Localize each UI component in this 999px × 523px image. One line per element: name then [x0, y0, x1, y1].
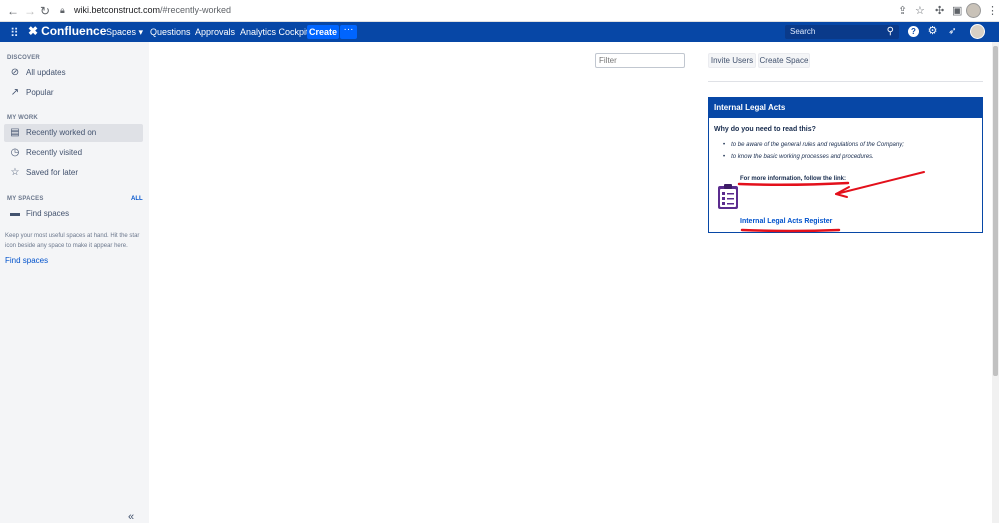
internal-legal-acts-panel: Internal Legal Acts Why do you need to r… — [708, 97, 983, 233]
spaces-hint-text: Keep your most useful spaces at hand. Hi… — [5, 233, 140, 249]
nav-spaces[interactable]: Spaces ▾ — [106, 27, 143, 38]
nav-questions[interactable]: Questions — [150, 27, 191, 37]
reload-icon[interactable]: ↻ — [40, 4, 50, 18]
folder-icon: ▬ — [10, 208, 20, 219]
invite-users-button[interactable]: Invite Users — [708, 53, 756, 68]
document-icon: ▤ — [10, 127, 20, 138]
sidebar: DISCOVER ⊘ All updates ↗ Popular MY WORK… — [0, 42, 149, 523]
scrollbar-thumb[interactable] — [993, 46, 998, 376]
extensions-icon[interactable]: ✣ — [935, 4, 944, 18]
page-scrollbar[interactable] — [992, 42, 999, 523]
list-item: • to know the basic working processes and… — [723, 154, 874, 160]
sidebar-item-popular[interactable]: ↗ Popular — [4, 84, 143, 102]
settings-gear-icon[interactable]: ⚙ — [927, 26, 938, 37]
more-info-text: For more information, follow the link: — [740, 176, 846, 182]
divider — [708, 81, 983, 82]
user-avatar[interactable] — [970, 24, 985, 39]
share-icon[interactable]: ⇪ — [898, 4, 907, 18]
lock-icon[interactable]: 🔒︎ — [60, 5, 65, 16]
myspaces-heading: MY SPACES — [7, 196, 44, 202]
sidebar-item-find-spaces[interactable]: ▬ Find spaces — [4, 205, 143, 223]
clock-icon: ◷ — [10, 147, 20, 158]
create-more-button[interactable]: ··· — [340, 25, 357, 39]
panel-question: Why do you need to read this? — [714, 126, 816, 133]
app-switcher-icon[interactable]: ⠿ — [10, 26, 19, 40]
back-icon[interactable]: ← — [7, 4, 19, 18]
sidebar-item-recently-worked-on[interactable]: ▤ Recently worked on — [4, 124, 143, 142]
browser-toolbar: ← → ↻ 🔒︎ wiki.betconstruct.com/#recently… — [0, 0, 999, 22]
clipboard-icon — [718, 184, 738, 209]
discover-heading: DISCOVER — [7, 55, 40, 61]
all-spaces-link[interactable]: ALL — [131, 196, 143, 202]
confluence-logo[interactable]: ✖ Confluence — [28, 24, 106, 38]
list-item: • to be aware of the general rules and re… — [723, 142, 904, 148]
trending-chart-icon: ↗ — [10, 87, 20, 98]
sidebar-item-recently-visited[interactable]: ◷ Recently visited — [4, 144, 143, 162]
help-icon[interactable]: ? — [908, 26, 919, 37]
compass-icon: ⊘ — [10, 67, 20, 78]
star-icon: ☆ — [10, 167, 20, 178]
bookmark-star-icon[interactable]: ☆ — [915, 4, 925, 18]
sidepanel-icon[interactable]: ▣ — [952, 4, 962, 18]
filter-input[interactable] — [595, 53, 685, 68]
forward-icon[interactable]: → — [24, 4, 36, 18]
notifications-icon[interactable]: ➶ — [947, 26, 958, 37]
sidebar-item-all-updates[interactable]: ⊘ All updates — [4, 64, 143, 82]
top-navigation: ⠿ ✖ Confluence Spaces ▾ Questions Approva… — [0, 22, 999, 42]
browser-profile-avatar[interactable] — [966, 3, 981, 18]
nav-analytics-cockpit[interactable]: Analytics Cockpit — [240, 27, 309, 37]
panel-title: Internal Legal Acts — [709, 98, 982, 118]
nav-approvals[interactable]: Approvals — [195, 27, 235, 37]
sidebar-item-saved-for-later[interactable]: ☆ Saved for later — [4, 164, 143, 182]
confluence-logo-icon: ✖ — [28, 24, 39, 38]
create-button[interactable]: Create — [307, 25, 339, 39]
red-annotation-overlay — [737, 171, 925, 233]
browser-menu-icon[interactable]: ⋮ — [987, 4, 998, 18]
create-space-button[interactable]: Create Space — [758, 53, 810, 68]
address-bar[interactable]: wiki.betconstruct.com/#recently-worked — [74, 5, 231, 15]
mywork-heading: MY WORK — [7, 115, 38, 121]
search-icon: ⚲ — [886, 26, 894, 37]
collapse-sidebar-icon[interactable]: « — [128, 511, 134, 523]
internal-legal-acts-register-link[interactable]: Internal Legal Acts Register — [740, 218, 832, 225]
find-spaces-link[interactable]: Find spaces — [5, 256, 48, 265]
search-input[interactable]: Search ⚲ — [785, 25, 899, 39]
